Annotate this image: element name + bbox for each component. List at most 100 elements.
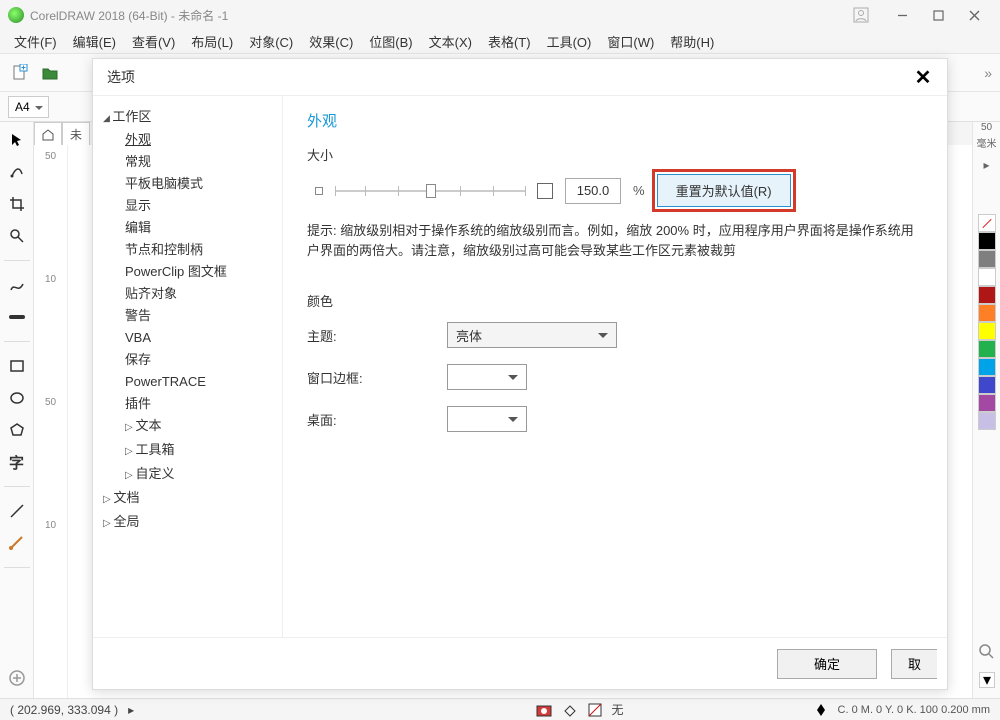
menu-text[interactable]: 文本(X) [421,32,480,51]
menu-effect[interactable]: 效果(C) [301,32,361,51]
theme-label: 主题: [307,326,447,345]
pick-tool-icon[interactable] [5,128,29,152]
swatch-none[interactable] [978,214,996,232]
paper-size-select[interactable]: A4 [8,96,49,118]
tree-toolbox[interactable]: 工具箱 [103,439,278,463]
swatch[interactable] [978,412,996,430]
home-tab[interactable] [34,122,62,147]
menu-table[interactable]: 表格(T) [480,32,539,51]
menu-window[interactable]: 窗口(W) [599,32,662,51]
tree-powertrace[interactable]: PowerTRACE [103,371,278,393]
minimize-button[interactable] [884,3,920,27]
tree-document[interactable]: 文档 [103,487,278,511]
menubar: 文件(F) 编辑(E) 查看(V) 布局(L) 对象(C) 效果(C) 位图(B… [0,30,1000,54]
tree-warnings[interactable]: 警告 [103,305,278,327]
size-example-small-icon [315,187,323,195]
theme-select[interactable]: 亮体 [447,322,617,348]
new-doc-icon[interactable] [8,61,32,85]
line-tool-icon[interactable] [5,499,29,523]
tree-tablet[interactable]: 平板电脑模式 [103,173,278,195]
status-pen-icon[interactable] [814,703,828,717]
menu-layout[interactable]: 布局(L) [183,32,241,51]
size-label: 大小 [307,145,923,164]
swatch[interactable] [978,304,996,322]
tree-nodes[interactable]: 节点和控制柄 [103,239,278,261]
options-tree: 工作区 外观 常规 平板电脑模式 显示 编辑 节点和控制柄 PowerClip … [93,96,283,637]
tree-workspace[interactable]: 工作区 [103,106,278,129]
swatch[interactable] [978,340,996,358]
document-tabs: 未 [34,122,90,147]
ok-button[interactable]: 确定 [777,649,877,679]
swatch[interactable] [978,232,996,250]
border-color-select[interactable] [447,364,527,390]
border-label: 窗口边框: [307,368,447,387]
swatch[interactable] [978,358,996,376]
menu-file[interactable]: 文件(F) [6,32,65,51]
swatch[interactable] [978,286,996,304]
ruler-unit: 毫米 [977,135,997,150]
rectangle-tool-icon[interactable] [5,354,29,378]
shape-tool-icon[interactable] [5,160,29,184]
tree-snap[interactable]: 贴齐对象 [103,283,278,305]
tree-appearance[interactable]: 外观 [103,129,278,151]
dialog-close-button[interactable]: ✕ [913,67,933,87]
swatch[interactable] [978,394,996,412]
desktop-color-select[interactable] [447,406,527,432]
connector-tool-icon[interactable] [5,531,29,555]
swatch[interactable] [978,268,996,286]
artistic-media-icon[interactable] [5,305,29,329]
tree-global[interactable]: 全局 [103,511,278,535]
menu-view[interactable]: 查看(V) [124,32,183,51]
right-expand-icon[interactable]: ▸ [983,158,989,172]
menu-tools[interactable]: 工具(O) [539,32,600,51]
zoom-fit-icon[interactable] [978,643,996,666]
tree-save[interactable]: 保存 [103,349,278,371]
pct-label: % [633,183,645,198]
content-heading: 外观 [307,110,923,131]
menu-object[interactable]: 对象(C) [241,32,301,51]
add-page-icon[interactable] [5,666,29,690]
swatch[interactable] [978,376,996,394]
titlebar: CorelDRAW 2018 (64-Bit) - 未命名 -1 [0,0,1000,30]
right-panel: 50 毫米 ▸ ▾ [972,122,1000,698]
tree-customize[interactable]: 自定义 [103,463,278,487]
status-play-icon[interactable]: ▸ [128,703,134,717]
doc-tab[interactable]: 未 [62,122,90,147]
tree-display[interactable]: 显示 [103,195,278,217]
menu-edit[interactable]: 编辑(E) [65,32,124,51]
palette-scroll-icon[interactable]: ▾ [979,672,995,688]
status-fill-icon[interactable] [562,703,578,717]
status-camera-icon[interactable] [536,703,552,717]
menu-bitmap[interactable]: 位图(B) [361,32,420,51]
tree-text[interactable]: 文本 [103,415,278,439]
cancel-button[interactable]: 取 [891,649,937,679]
close-button[interactable] [956,3,992,27]
toolbox: 字 [0,122,34,698]
toolbar-overflow-icon[interactable]: » [984,65,992,81]
dialog-title: 选项 [107,67,135,87]
swatch[interactable] [978,322,996,340]
swatch[interactable] [978,250,996,268]
polygon-tool-icon[interactable] [5,418,29,442]
open-folder-icon[interactable] [38,61,62,85]
reset-default-button[interactable]: 重置为默认值(R) [657,174,791,207]
tree-plugins[interactable]: 插件 [103,393,278,415]
color-palette [978,214,996,658]
tree-edit[interactable]: 编辑 [103,217,278,239]
tree-vba[interactable]: VBA [103,327,278,349]
crop-tool-icon[interactable] [5,192,29,216]
tree-general[interactable]: 常规 [103,151,278,173]
size-slider[interactable] [335,181,525,201]
maximize-button[interactable] [920,3,956,27]
freehand-tool-icon[interactable] [5,273,29,297]
tree-powerclip[interactable]: PowerClip 图文框 [103,261,278,283]
ruler-num: 50 [981,122,992,133]
user-icon[interactable] [852,6,870,24]
ellipse-tool-icon[interactable] [5,386,29,410]
dialog-footer: 确定 取 [93,637,947,689]
text-tool-icon[interactable]: 字 [5,450,29,474]
zoom-tool-icon[interactable] [5,224,29,248]
menu-help[interactable]: 帮助(H) [662,32,722,51]
size-hint: 提示: 缩放级别相对于操作系统的缩放级别而言。例如，缩放 200% 时，应用程序… [307,221,923,261]
size-value-input[interactable]: 150.0 [565,178,621,204]
